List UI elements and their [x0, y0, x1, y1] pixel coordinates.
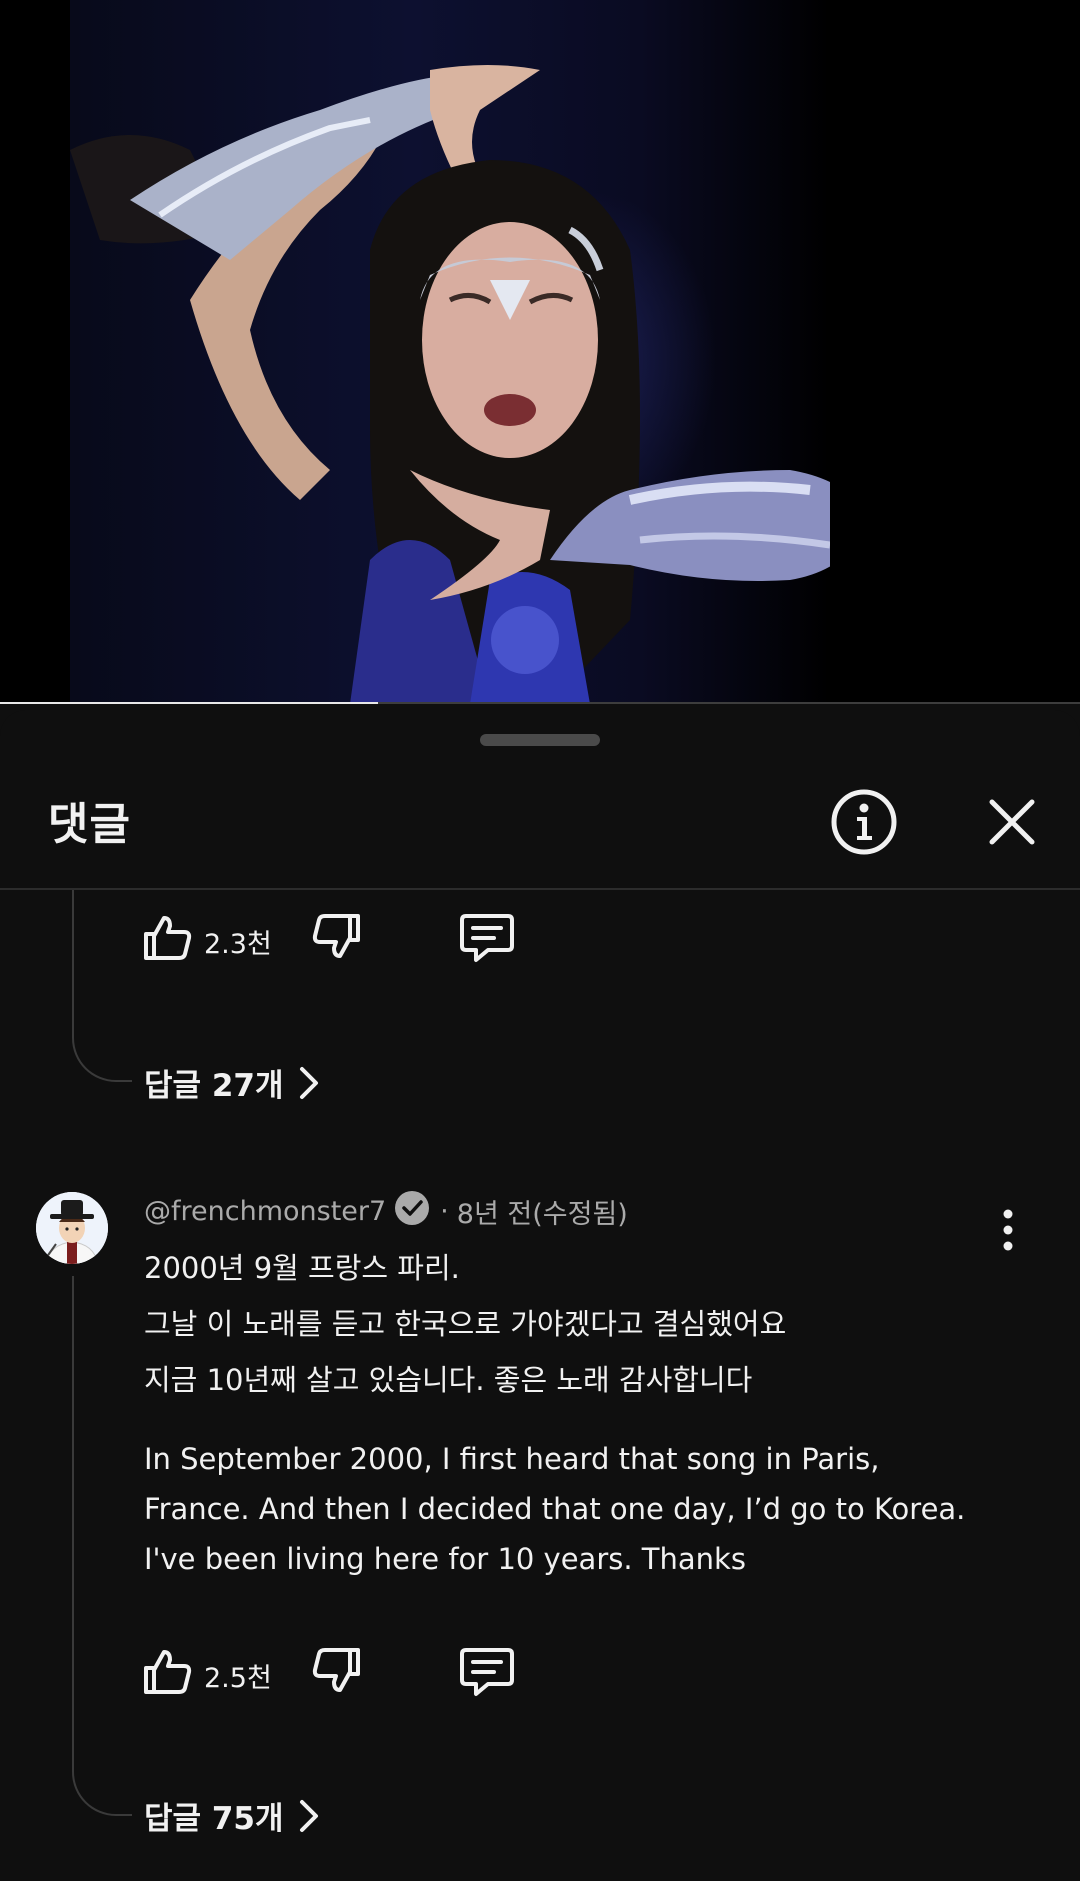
- comment-line: 지금 10년째 살고 있습니다. 좋은 노래 감사합니다: [144, 1363, 753, 1397]
- meta-separator: ·: [440, 1196, 449, 1227]
- comment-line: France. And then I decided that one day,…: [144, 1492, 966, 1526]
- comment-text: 2000년 9월 프랑스 파리. 그날 이 노래를 듣고 한국으로 가야겠다고 …: [144, 1240, 1004, 1584]
- video-player[interactable]: [0, 0, 1080, 704]
- chevron-right-icon: [299, 1066, 318, 1099]
- verified-badge-icon: [394, 1190, 430, 1233]
- dislike-icon[interactable]: [310, 910, 364, 964]
- dislike-icon[interactable]: [310, 1644, 364, 1698]
- comment-line: I've been living here for 10 years. Than…: [144, 1542, 746, 1576]
- replies-label: 답글 27개: [144, 1068, 284, 1104]
- replies-label: 답글 75개: [144, 1801, 284, 1837]
- reply-icon[interactable]: [458, 910, 516, 964]
- comment-actions: 2.5천: [140, 1644, 540, 1704]
- chevron-right-icon: [299, 1799, 318, 1832]
- comment-time: 8년 전(수정됨): [456, 1199, 628, 1230]
- comment-line: In September 2000, I first heard that so…: [144, 1442, 880, 1476]
- like-count: 2.3천: [204, 929, 272, 960]
- close-icon[interactable]: [976, 786, 1048, 858]
- video-frame-illustration: [70, 65, 870, 704]
- comment-line: 2000년 9월 프랑스 파리.: [144, 1251, 460, 1285]
- view-replies-link[interactable]: 답글 75개: [144, 1793, 320, 1838]
- like-count: 2.5천: [204, 1663, 272, 1694]
- reply-icon[interactable]: [458, 1644, 516, 1698]
- avatar[interactable]: [36, 1192, 108, 1264]
- comment-meta: @frenchmonster7 · 8년 전(수정됨): [144, 1190, 628, 1233]
- sheet-title: 댓글: [48, 799, 131, 850]
- comments-sheet: 댓글 2.3천 답글 27개 @frenchmonster7 · 8년 전(수정…: [0, 710, 1080, 1881]
- view-replies-link[interactable]: 답글 27개: [144, 1060, 320, 1105]
- like-icon[interactable]: [140, 910, 194, 964]
- comment-actions: 2.3천: [140, 910, 540, 970]
- header-divider: [0, 888, 1080, 890]
- info-icon[interactable]: [828, 786, 900, 858]
- like-icon[interactable]: [140, 1644, 194, 1698]
- thread-connector: [72, 890, 132, 1082]
- comment-line: 그날 이 노래를 듣고 한국으로 가야겠다고 결심했어요: [144, 1307, 787, 1341]
- thread-connector: [72, 1276, 132, 1816]
- drag-handle[interactable]: [480, 734, 600, 746]
- progress-fill[interactable]: [0, 702, 378, 704]
- comment-author[interactable]: @frenchmonster7: [144, 1196, 386, 1227]
- video-frame: [70, 0, 870, 704]
